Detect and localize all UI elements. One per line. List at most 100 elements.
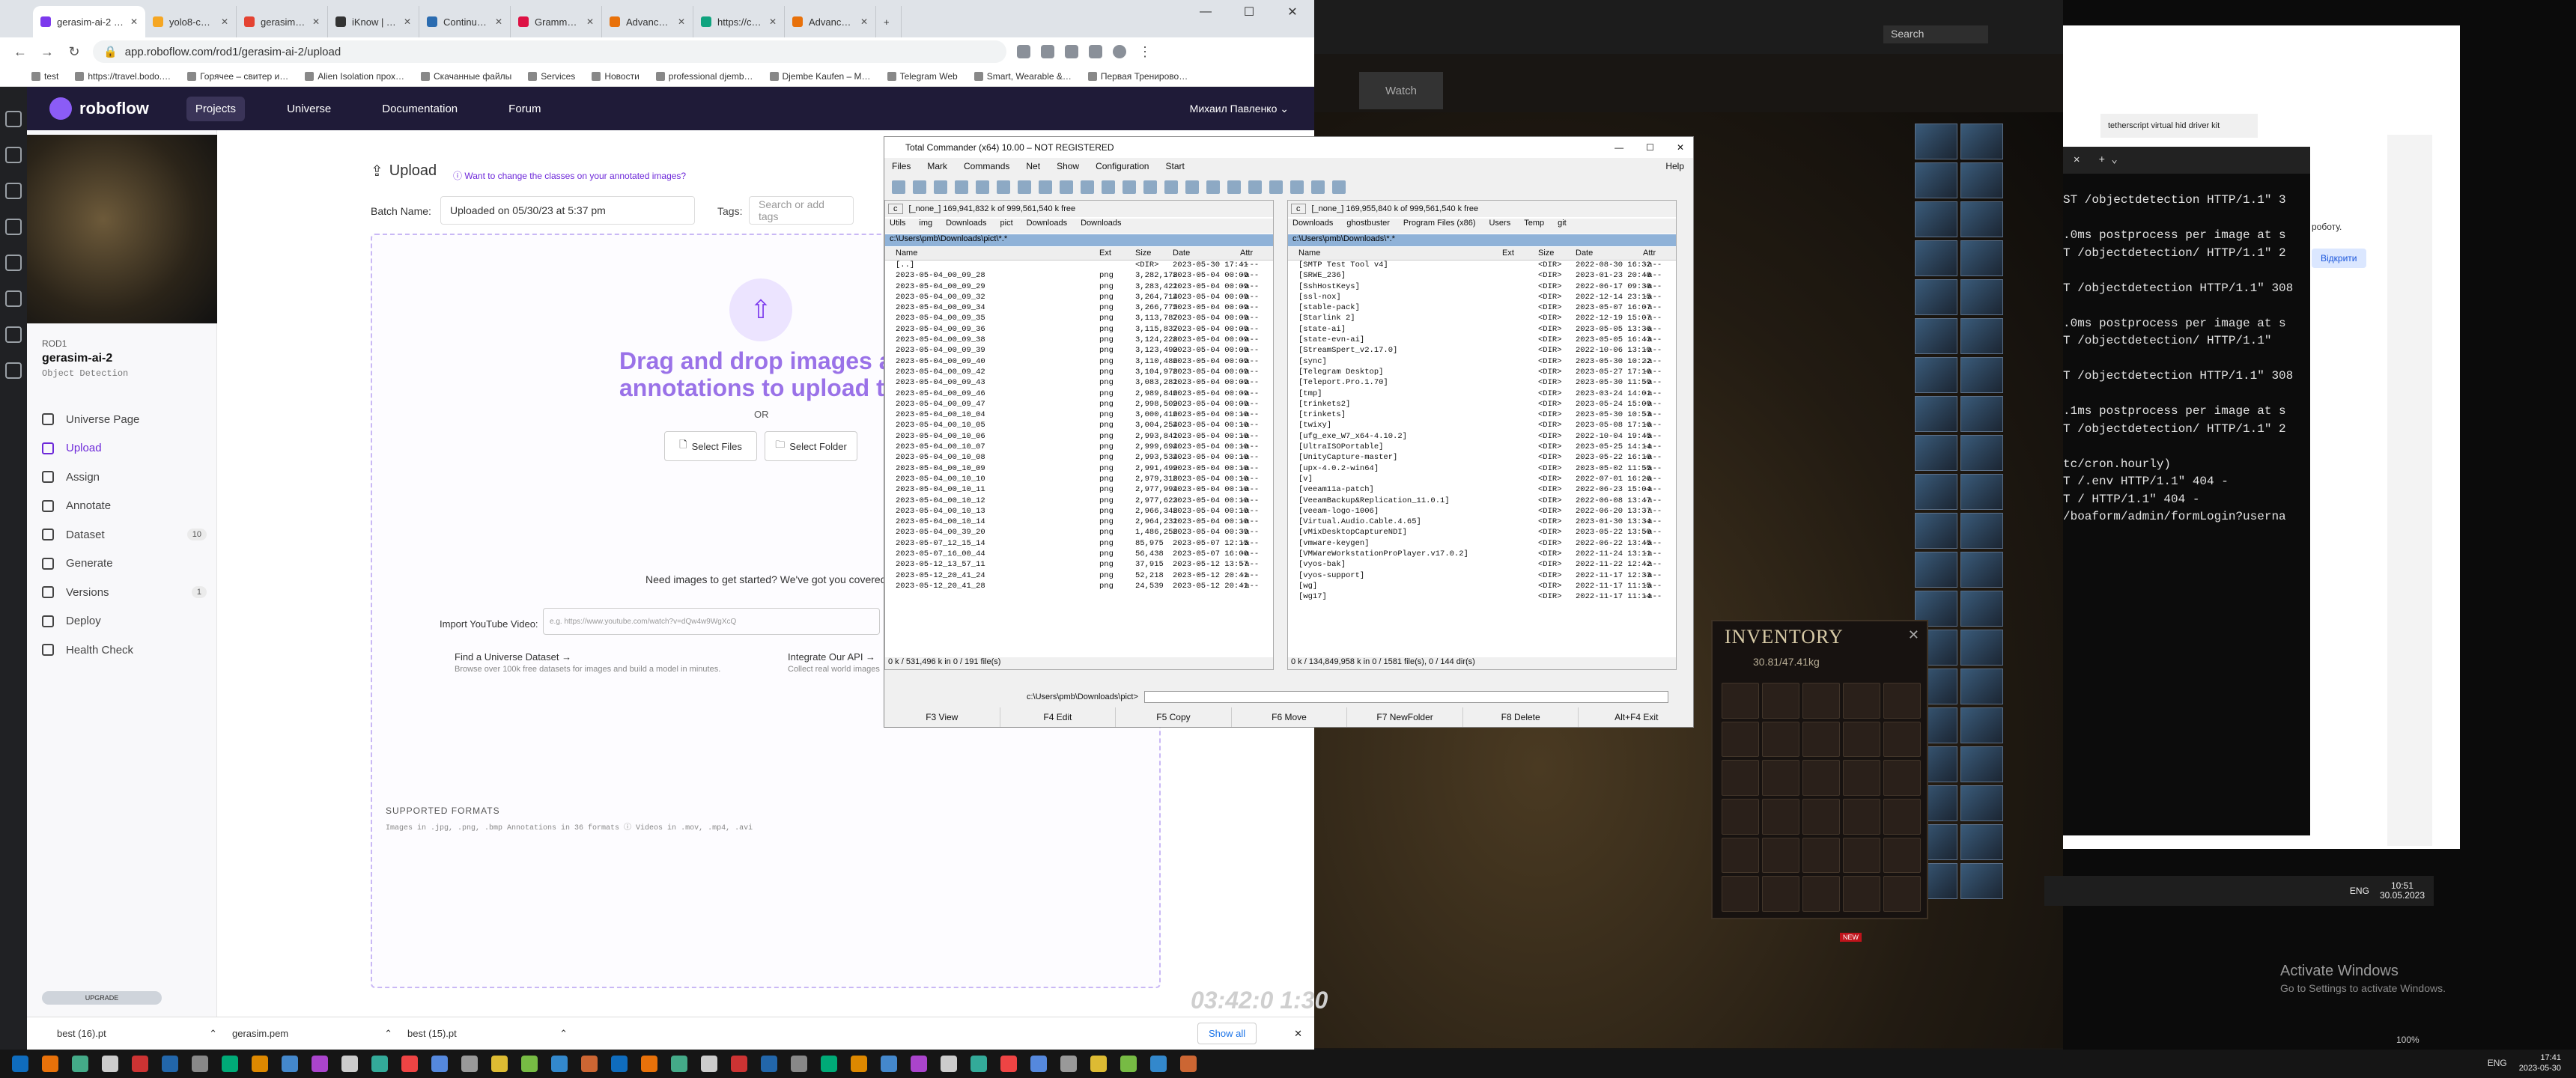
taskbar-app-icon[interactable] <box>1030 1056 1047 1072</box>
skill-slot-icon[interactable] <box>1960 396 2003 432</box>
close-icon[interactable]: ✕ <box>1294 1028 1302 1040</box>
table-row[interactable]: [tmp] <DIR> 2023-03-24 14:01 -a-- <box>1288 389 1676 400</box>
inventory-slot[interactable] <box>1722 760 1759 796</box>
language-indicator[interactable]: ENG <box>2350 886 2369 896</box>
table-row[interactable]: 2023-05-04_00_39_20 png 1,486,258 2023-05-0… <box>885 528 1273 538</box>
taskbar-app-icon[interactable] <box>941 1056 957 1072</box>
table-row[interactable]: 2023-05-04_00_09_42 png 3,104,978 2023-05-0… <box>885 368 1273 378</box>
table-row[interactable]: 2023-05-04_00_09_46 png 2,989,846 2023-05-0… <box>885 389 1273 400</box>
tc-column-header[interactable]: Ext <box>1099 249 1111 258</box>
tc-folder-tab[interactable]: Downloads <box>1081 219 1121 234</box>
table-row[interactable]: 2023-05-04_00_09_29 png 3,283,421 2023-05-0… <box>885 282 1273 293</box>
tc-toolbar-icon[interactable] <box>1018 180 1031 194</box>
tc-toolbar-icon[interactable] <box>1060 180 1073 194</box>
skill-slot-icon[interactable] <box>1960 863 2003 899</box>
inventory-slot[interactable] <box>1883 683 1921 719</box>
bookmark-item[interactable]: Горячее – свитер и… <box>187 71 288 82</box>
table-row[interactable]: 2023-05-04_00_10_07 png 2,999,694 2023-05-0… <box>885 442 1273 453</box>
table-row[interactable]: [upx-4.0.2-win64] <DIR> 2023-05-02 11:55 -a… <box>1288 464 1676 475</box>
table-row[interactable]: [trinkets2] <DIR> 2023-05-24 15:09 -a-- <box>1288 400 1676 410</box>
taskbar-app-icon[interactable] <box>1120 1056 1137 1072</box>
taskbar-app-icon[interactable] <box>1150 1056 1167 1072</box>
table-row[interactable]: 2023-05-04_00_10_08 png 2,993,534 2023-05-0… <box>885 453 1273 463</box>
nav-documentation[interactable]: Documentation <box>373 97 467 121</box>
skill-slot-icon[interactable] <box>1915 474 1957 510</box>
skill-slot-icon[interactable] <box>1915 124 1957 159</box>
taskbar-app-icon[interactable] <box>431 1056 448 1072</box>
tc-toolbar-icon[interactable] <box>1269 180 1283 194</box>
tc-column-header[interactable]: Date <box>1576 249 1593 258</box>
taskbar-app-icon[interactable] <box>192 1056 208 1072</box>
table-row[interactable]: [vyos-support] <DIR> 2022-11-17 12:33 -a-- <box>1288 571 1676 582</box>
inventory-slot[interactable] <box>1883 760 1921 796</box>
tc-toolbar-icon[interactable] <box>1248 180 1262 194</box>
taskbar-app-icon[interactable] <box>42 1056 58 1072</box>
open-button[interactable]: Відкрити <box>2312 249 2366 268</box>
table-row[interactable]: 2023-05-04_00_10_13 png 2,966,348 2023-05-0… <box>885 507 1273 517</box>
table-row[interactable]: [StreamSpert_v2.17.0] <DIR> 2022-10-06 13:… <box>1288 346 1676 356</box>
inventory-slot[interactable] <box>1762 876 1799 912</box>
table-row[interactable]: 2023-05-04_00_10_14 png 2,964,231 2023-05-0… <box>885 517 1273 528</box>
tc-folder-tab[interactable]: img <box>919 219 932 234</box>
upgrade-button[interactable]: UPGRADE <box>42 991 162 1005</box>
tc-fkey-button[interactable]: F8 Delete <box>1463 707 1579 727</box>
taskbar-app-icon[interactable] <box>731 1056 747 1072</box>
inventory-slot[interactable] <box>1762 721 1799 758</box>
tc-toolbar-icon[interactable] <box>1143 180 1157 194</box>
table-row[interactable]: [v] <DIR> 2022-07-01 16:26 -a-- <box>1288 475 1676 485</box>
table-row[interactable]: 2023-05-04_00_10_11 png 2,977,994 2023-05-0… <box>885 485 1273 496</box>
table-row[interactable]: [VeeamBackup&Replication_11.0.1] <DIR> 202… <box>1288 496 1676 507</box>
table-row[interactable]: 2023-05-04_00_09_32 png 3,264,714 2023-05-0… <box>885 293 1273 303</box>
address-bar[interactable]: 🔒 app.roboflow.com/rod1/gerasim-ai-2/upl… <box>93 40 1006 63</box>
tc-toolbar-icon[interactable] <box>1332 180 1346 194</box>
inventory-slot[interactable] <box>1722 837 1759 874</box>
browser-tab[interactable]: tetherscript virtual hid driver kit <box>2100 114 2258 138</box>
taskbar-app-icon[interactable] <box>1090 1056 1107 1072</box>
app-icon[interactable] <box>5 111 22 127</box>
table-row[interactable]: 2023-05-04_00_09_35 png 3,113,787 2023-05-0… <box>885 314 1273 324</box>
table-row[interactable]: 2023-05-07_16_00_44 png 56,438 2023-05-07 1… <box>885 549 1273 560</box>
taskbar-app-icon[interactable] <box>252 1056 268 1072</box>
table-row[interactable]: 2023-05-12_20_41_24 png 52,218 2023-05-12 2… <box>885 571 1273 582</box>
reload-icon[interactable]: ↻ <box>66 44 82 60</box>
tags-input[interactable]: Search or add tags <box>749 196 854 225</box>
inventory-slot[interactable] <box>1762 760 1799 796</box>
tc-toolbar-icon[interactable] <box>976 180 989 194</box>
inventory-slot[interactable] <box>1802 798 1840 835</box>
select-files-button[interactable]: 🗋 Select Files <box>664 431 757 461</box>
tc-drive-select[interactable]: c <box>888 204 903 214</box>
tc-folder-tab[interactable]: Temp <box>1524 219 1544 234</box>
tc-folder-tab[interactable]: Utils <box>890 219 905 234</box>
close-icon[interactable]: ✕ <box>1908 627 1919 643</box>
table-row[interactable]: 2023-05-04_00_10_09 png 2,991,499 2023-05-0… <box>885 464 1273 475</box>
inventory-slot[interactable] <box>1843 683 1880 719</box>
sidebar-item-assign[interactable]: Assign <box>42 463 207 490</box>
tc-toolbar-icon[interactable] <box>1081 180 1094 194</box>
taskbar-app-icon[interactable] <box>222 1056 238 1072</box>
taskbar-app-icon[interactable] <box>851 1056 867 1072</box>
close-icon[interactable]: ✕ <box>1677 142 1684 153</box>
app-icon[interactable] <box>5 326 22 343</box>
table-row[interactable]: [ufg_exe_W7_x64-4.10.2] <DIR> 2022-10-04 1… <box>1288 432 1676 442</box>
sidebar-item-annotate[interactable]: Annotate <box>42 493 207 520</box>
inventory-slot[interactable] <box>1802 760 1840 796</box>
sidebar-item-universe-page[interactable]: Universe Page <box>42 406 207 433</box>
select-folder-button[interactable]: 🗀 Select Folder <box>765 431 857 461</box>
browser-tab[interactable]: gerasim-ai-2 Data ✕ <box>33 6 145 37</box>
taskbar-app-icon[interactable] <box>312 1056 328 1072</box>
tc-folder-tab[interactable]: ghostbuster <box>1346 219 1389 234</box>
taskbar-app-icon[interactable] <box>581 1056 598 1072</box>
browser-tab[interactable]: iKnow | You study ✕ <box>328 6 419 37</box>
inventory-slot[interactable] <box>1762 837 1799 874</box>
close-icon[interactable]: ✕ <box>769 16 777 27</box>
sidebar-item-deploy[interactable]: Deploy <box>42 608 207 635</box>
extension-icon[interactable] <box>1041 45 1054 58</box>
table-row[interactable]: [trinkets] <DIR> 2023-05-30 10:53 -a-- <box>1288 410 1676 421</box>
table-row[interactable]: 2023-05-04_00_09_28 png 3,282,178 2023-05-0… <box>885 271 1273 281</box>
tc-menu-item[interactable]: Start <box>1165 161 1184 171</box>
close-icon[interactable]: ✕ <box>221 16 228 27</box>
skill-slot-icon[interactable] <box>1960 124 2003 159</box>
taskbar-app-icon[interactable] <box>611 1056 628 1072</box>
extension-icon[interactable] <box>1065 45 1078 58</box>
tc-toolbar-icon[interactable] <box>934 180 947 194</box>
